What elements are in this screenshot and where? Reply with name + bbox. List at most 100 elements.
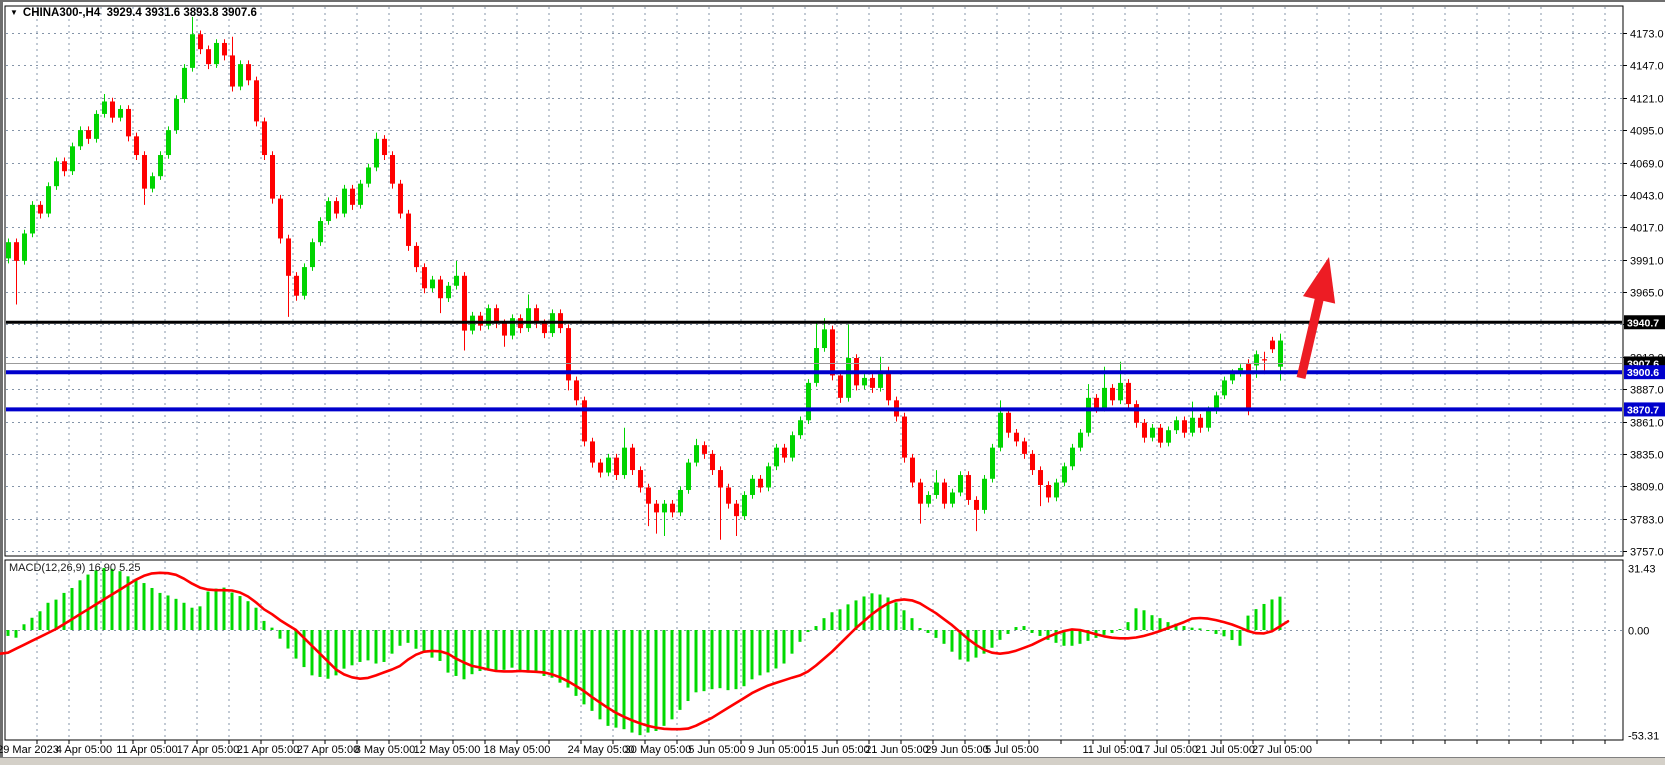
macd-bar bbox=[271, 628, 274, 630]
macd-bar bbox=[631, 630, 634, 733]
price-tick-label: 3965.0 bbox=[1630, 288, 1664, 300]
candle bbox=[798, 420, 803, 435]
price-level-badge-text: 3870.7 bbox=[1627, 404, 1659, 416]
macd-bar bbox=[223, 588, 226, 630]
symbol-dropdown-icon[interactable]: ▼ bbox=[10, 8, 18, 17]
candle bbox=[686, 463, 691, 490]
candle bbox=[1270, 341, 1275, 350]
date-tick-label: 11 Jul 05:00 bbox=[1082, 744, 1141, 756]
macd-bar bbox=[391, 630, 394, 654]
candle bbox=[742, 495, 747, 516]
date-tick-label: 5 Jul 05:00 bbox=[985, 744, 1039, 756]
macd-signal-value: 5.25 bbox=[119, 562, 140, 574]
price-tick-label: 4043.0 bbox=[1630, 191, 1664, 203]
candle bbox=[174, 99, 179, 130]
candle bbox=[1134, 404, 1139, 423]
candle bbox=[1246, 363, 1251, 408]
candle bbox=[1102, 388, 1107, 408]
candle bbox=[990, 448, 995, 479]
date-tick-label: 27 Apr 05:00 bbox=[297, 744, 359, 756]
candle bbox=[526, 308, 531, 328]
macd-bar bbox=[815, 626, 818, 630]
macd-value: 16.90 bbox=[88, 562, 116, 574]
macd-bar bbox=[863, 596, 866, 630]
date-tick-label: 21 Jun 05:00 bbox=[865, 744, 929, 756]
candle bbox=[902, 417, 907, 458]
macd-bar bbox=[279, 630, 282, 639]
candle bbox=[1014, 433, 1019, 442]
macd-bar bbox=[991, 630, 994, 648]
macd-bar bbox=[559, 630, 562, 683]
macd-bar bbox=[791, 630, 794, 654]
macd-bar bbox=[911, 618, 914, 630]
macd-bar bbox=[1255, 609, 1258, 630]
macd-bar bbox=[447, 630, 450, 673]
chart-canvas[interactable]: 4173.04147.04121.04095.04069.04043.04017… bbox=[0, 0, 1665, 765]
candle bbox=[118, 109, 123, 118]
macd-bar bbox=[343, 630, 346, 669]
candle bbox=[350, 189, 355, 205]
macd-bar bbox=[839, 609, 842, 630]
candle bbox=[70, 146, 75, 171]
date-tick-label: 21 Jul 05:00 bbox=[1195, 744, 1255, 756]
candle bbox=[910, 458, 915, 483]
macd-bar bbox=[543, 630, 546, 676]
candle bbox=[14, 242, 19, 261]
macd-bar bbox=[1015, 627, 1018, 630]
macd-bar bbox=[1271, 599, 1274, 630]
date-tick-label: 21 Apr 05:00 bbox=[237, 744, 299, 756]
date-tick-label: 27 Jul 05:00 bbox=[1252, 744, 1312, 756]
price-tick-label: 3887.0 bbox=[1630, 385, 1664, 397]
candle bbox=[590, 441, 595, 462]
macd-bar bbox=[567, 630, 570, 688]
macd-bar bbox=[735, 630, 738, 689]
candle bbox=[1126, 383, 1131, 404]
macd-bar bbox=[1207, 630, 1210, 631]
candle bbox=[62, 161, 67, 171]
date-tick-label: 18 May 05:00 bbox=[484, 744, 551, 756]
candle bbox=[390, 155, 395, 184]
macd-bar bbox=[847, 604, 850, 630]
macd-bar bbox=[1215, 630, 1218, 634]
macd-bar bbox=[255, 608, 258, 630]
candle bbox=[414, 246, 419, 267]
candle bbox=[1182, 420, 1187, 432]
macd-bar bbox=[375, 630, 378, 664]
candle bbox=[958, 475, 963, 492]
candle bbox=[638, 470, 643, 487]
macd-bar bbox=[231, 593, 234, 630]
candle bbox=[230, 55, 235, 86]
candle bbox=[206, 49, 211, 64]
candle bbox=[622, 448, 627, 475]
candle bbox=[182, 68, 187, 99]
candle bbox=[406, 214, 411, 246]
candle bbox=[886, 370, 891, 400]
macd-bar bbox=[759, 630, 762, 675]
date-tick-label: 17 Jul 05:00 bbox=[1138, 744, 1198, 756]
macd-bar bbox=[159, 593, 162, 630]
price-tick-label: 3835.0 bbox=[1630, 450, 1664, 462]
candle bbox=[782, 448, 787, 458]
macd-bar bbox=[351, 630, 354, 665]
macd-bar bbox=[1103, 630, 1106, 635]
candle bbox=[374, 139, 379, 168]
macd-bar bbox=[1199, 628, 1202, 630]
date-tick-label: 30 May 05:00 bbox=[625, 744, 692, 756]
candle bbox=[966, 475, 971, 500]
candle bbox=[302, 267, 307, 296]
symbol-period-label: CHINA300-,H4 bbox=[23, 7, 100, 19]
candle bbox=[38, 205, 43, 214]
price-tick-label: 3757.0 bbox=[1630, 547, 1664, 559]
macd-bar bbox=[671, 630, 674, 719]
macd-bar bbox=[1127, 622, 1130, 630]
price-tick-label: 4095.0 bbox=[1630, 126, 1664, 138]
candle bbox=[1054, 483, 1059, 498]
macd-bar bbox=[399, 630, 402, 646]
price-tick-label: 3991.0 bbox=[1630, 256, 1664, 268]
candle bbox=[446, 286, 451, 298]
candle bbox=[326, 201, 331, 221]
candle bbox=[1006, 413, 1011, 433]
macd-bar bbox=[639, 630, 642, 735]
macd-bar bbox=[535, 630, 538, 673]
candle bbox=[750, 479, 755, 495]
